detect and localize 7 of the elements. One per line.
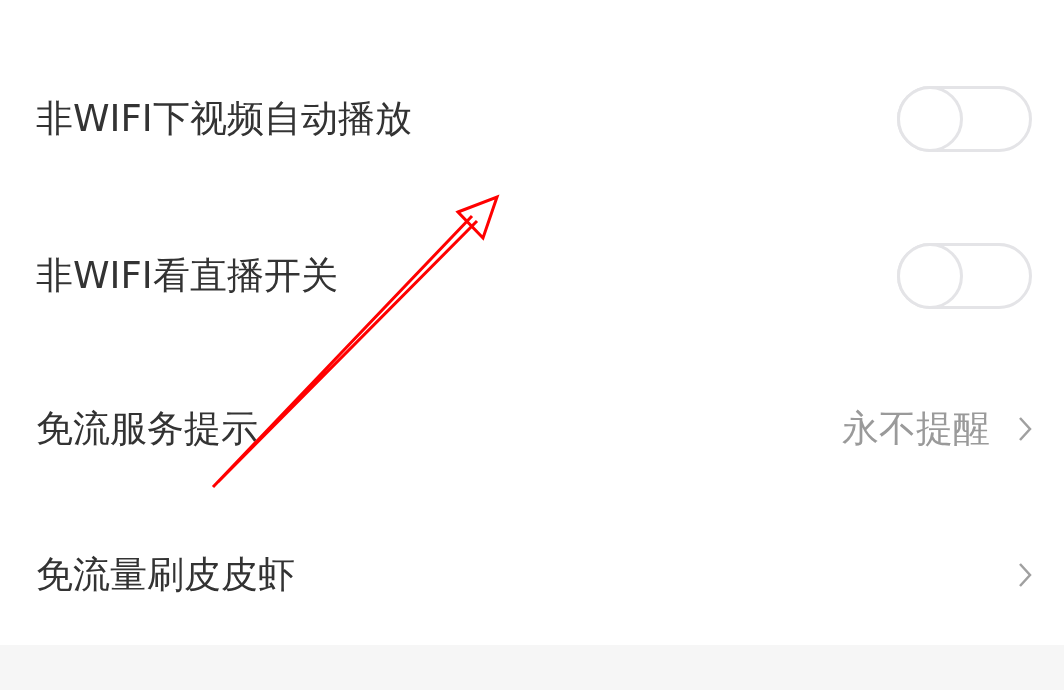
setting-label: 非WIFI看直播开关: [36, 252, 338, 299]
setting-value: 永不提醒: [842, 406, 990, 453]
chevron-right-icon[interactable]: [1018, 561, 1032, 588]
setting-label: 非WIFI下视频自动播放: [36, 95, 412, 142]
setting-label: 免流服务提示: [36, 406, 258, 453]
chevron-right-icon[interactable]: [1018, 416, 1032, 442]
setting-label: 免流量刷皮皮虾: [36, 551, 295, 598]
